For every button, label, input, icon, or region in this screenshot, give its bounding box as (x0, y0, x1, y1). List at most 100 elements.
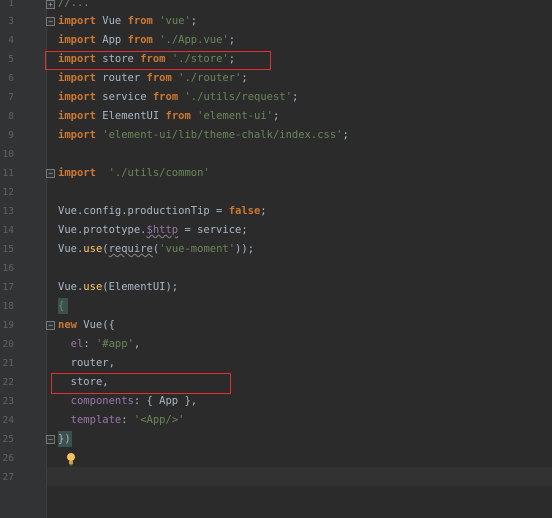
identifier: service (102, 91, 147, 103)
code-line-8[interactable]: 8 import ElementUI from 'element-ui'; (0, 107, 552, 126)
identifier: (ElementUI); (102, 281, 179, 293)
string: './router' (178, 72, 242, 84)
line-number: 25 (2, 434, 14, 445)
code-line-20[interactable]: 20 el: '#app', (0, 335, 552, 354)
string: './utils/common' (108, 167, 210, 179)
line-number: 14 (2, 225, 14, 236)
string: './App.vue' (159, 34, 229, 46)
punct: ; (272, 110, 280, 122)
identifier: router, (70, 357, 115, 369)
code-line-17[interactable]: 17 Vue.use(ElementUI); (0, 278, 552, 297)
line-number: 19 (2, 320, 14, 331)
keyword: import (58, 72, 96, 84)
fold-toggle-icon[interactable]: − (46, 435, 55, 444)
keyword: from (146, 72, 172, 84)
line-number: 6 (8, 73, 14, 84)
code-line-7[interactable]: 7 import service from './utils/request'; (0, 88, 552, 107)
annotation-box-store-option (51, 373, 231, 394)
annotation-box-import-store (45, 51, 271, 70)
fold-toggle-icon[interactable]: + (46, 0, 55, 9)
fold-toggle-icon[interactable]: − (46, 321, 55, 330)
keyword: from (127, 15, 153, 27)
code-line-6[interactable]: 6 import router from './router'; (0, 69, 552, 88)
line-number: 18 (2, 301, 14, 312)
code-line-16[interactable]: 16 (0, 259, 552, 278)
keyword: import (58, 110, 96, 122)
line-number: 3 (8, 16, 14, 27)
keyword: from (127, 34, 153, 46)
property: components (70, 395, 134, 407)
code-line-3[interactable]: 3 − import Vue from 'vue'; (0, 12, 552, 31)
keyword: from (152, 91, 179, 103)
punct: ; (291, 91, 299, 103)
punct: ; (241, 72, 248, 84)
keyword: from (165, 110, 191, 122)
line-number: 21 (2, 358, 14, 369)
line-number: 26 (2, 453, 14, 464)
line-number: 10 (2, 149, 14, 160)
keyword: import (58, 129, 96, 141)
property: $http (146, 224, 179, 236)
code-line-27[interactable]: 27 (0, 468, 552, 487)
punct: , (133, 338, 141, 350)
code-line-10[interactable]: 10 (0, 145, 552, 164)
function: use (83, 281, 103, 293)
identifier: Vue({ (76, 319, 115, 331)
code-line-12[interactable]: 12 (0, 183, 552, 202)
punct: ; (260, 205, 267, 217)
identifier: Vue.config.productionTip = (58, 205, 229, 217)
identifier: Vue.prototype. (58, 224, 147, 236)
line-number: 20 (2, 339, 14, 350)
identifier: App (102, 34, 122, 46)
punct: ; (342, 129, 349, 141)
brace: { (58, 300, 65, 312)
line-number: 16 (2, 263, 14, 274)
code-line-13[interactable]: 13 Vue.config.productionTip = false; (0, 202, 552, 221)
code-line-21[interactable]: 21 router, (0, 354, 552, 373)
code-line-9[interactable]: 9 import 'element-ui/lib/theme-chalk/ind… (0, 126, 552, 145)
lightbulb-icon[interactable] (66, 452, 76, 466)
keyword: import (58, 167, 96, 179)
fold-toggle-icon[interactable]: − (46, 169, 55, 178)
line-number: 24 (2, 415, 14, 426)
code-line-23[interactable]: 23 components: { App }, (0, 392, 552, 411)
keyword: import (58, 34, 96, 46)
code-line-24[interactable]: 24 template: '<App/>' (0, 411, 552, 430)
code-line-19[interactable]: 19 − new Vue({ (0, 316, 552, 335)
fold-toggle-icon[interactable]: − (46, 17, 55, 26)
punct: )); (235, 243, 255, 255)
line-number: 17 (2, 282, 14, 293)
property: el (70, 338, 84, 350)
string: '#app' (95, 338, 134, 350)
line-number: 27 (2, 472, 14, 483)
punct: : (83, 338, 96, 350)
identifier: Vue (102, 15, 122, 27)
code-line-11[interactable]: 11 − import './utils/common' (0, 164, 552, 183)
line-number: 5 (8, 54, 14, 65)
function: use (83, 243, 103, 255)
line-number: 13 (2, 206, 14, 217)
string: 'vue-moment' (159, 243, 236, 255)
code-line-4[interactable]: 4 import App from './App.vue'; (0, 31, 552, 50)
punct: ; (228, 34, 236, 46)
keyword: false (228, 205, 261, 217)
property: template (70, 414, 122, 426)
code-line-18[interactable]: 18 { (0, 297, 552, 316)
line-number: 7 (8, 92, 14, 103)
keyword: new (58, 319, 77, 331)
identifier: : { App }, (133, 395, 198, 407)
code-line-26[interactable]: 26 (0, 449, 552, 468)
line-number: 23 (2, 396, 14, 407)
string: './utils/request' (184, 91, 292, 103)
code-line-15[interactable]: 15 Vue.use(require('vue-moment')); (0, 240, 552, 259)
function: require (108, 243, 153, 255)
line-number: 12 (2, 187, 14, 198)
line-number: 9 (8, 130, 14, 141)
keyword: import (58, 91, 96, 103)
string: '<App/>' (133, 414, 185, 426)
line-number: 22 (2, 377, 14, 388)
code-line-14[interactable]: 14 Vue.prototype.$http = service; (0, 221, 552, 240)
line-number: 4 (8, 35, 14, 46)
code-line-25[interactable]: 25 − }) (0, 430, 552, 449)
line-number: 8 (8, 111, 14, 122)
